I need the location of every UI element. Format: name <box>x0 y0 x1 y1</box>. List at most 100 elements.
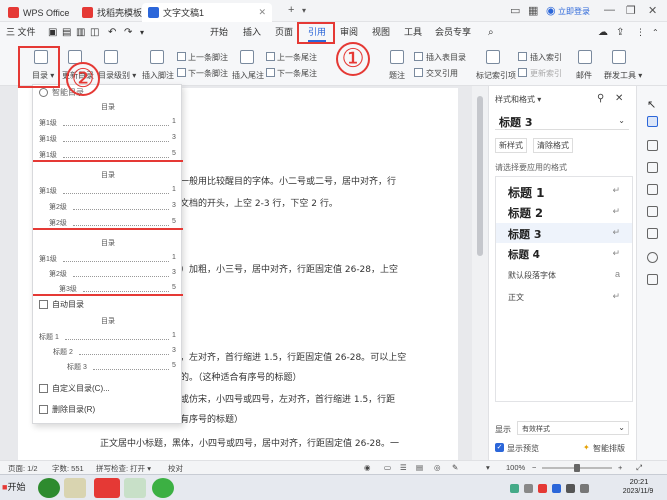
save-icon[interactable]: ▣ <box>48 25 57 40</box>
properties-icon[interactable] <box>647 140 658 151</box>
preview-icon[interactable]: ◫ <box>90 25 99 40</box>
menu-member[interactable]: 会员专享 <box>435 25 471 40</box>
update-index-button[interactable]: 更新索引 <box>530 68 562 79</box>
toc-level-button[interactable]: 目录级别 ▾ <box>98 70 136 81</box>
chevron-up-icon[interactable]: ⌃ <box>652 25 659 40</box>
open-folder-icon[interactable]: ▤ <box>62 25 71 40</box>
network-icon[interactable] <box>566 484 575 493</box>
clear-format-button[interactable]: 清除格式 <box>533 138 573 153</box>
prev-footnote-button[interactable]: 上一条脚注 <box>188 52 228 63</box>
wechat-icon[interactable] <box>152 478 174 498</box>
new-tab-icon[interactable]: + <box>288 4 294 16</box>
close-icon[interactable]: ✕ <box>258 7 266 18</box>
cloud-icon[interactable]: ☁ <box>598 25 608 40</box>
style-item-heading1[interactable]: 标题 1 ↵ <box>496 181 632 201</box>
clock-time[interactable]: 20:21 <box>616 477 662 486</box>
tab-document[interactable]: 文字文稿1 ✕ <box>142 3 272 22</box>
zoom-slider-thumb[interactable] <box>574 464 580 472</box>
preview-checkbox[interactable]: ✓ <box>495 443 504 452</box>
search-icon[interactable]: ⌕ <box>488 25 494 40</box>
caption-button[interactable]: 题注 <box>389 70 405 81</box>
delete-toc-item[interactable]: 删除目录(R) <box>39 404 95 415</box>
tools-icon[interactable] <box>647 228 658 239</box>
next-footnote-button[interactable]: 下一条脚注 <box>188 68 228 79</box>
window-layout-icon[interactable]: ▭ <box>510 4 520 17</box>
undo-icon[interactable]: ↶ <box>108 25 116 40</box>
chevron-down-icon[interactable]: ▾ <box>140 25 144 40</box>
ie-browser-icon[interactable] <box>38 478 60 498</box>
globe-icon[interactable]: ◎ <box>434 463 441 472</box>
prev-endnote-button[interactable]: 上一条尾注 <box>277 52 317 63</box>
wps-taskbar-icon[interactable] <box>94 478 120 498</box>
new-style-button[interactable]: 新样式 <box>495 138 527 153</box>
show-select[interactable]: 有效样式 ⌄ <box>517 421 629 435</box>
zoom-in-icon[interactable]: + <box>618 463 622 472</box>
outline-view-icon[interactable]: ☰ <box>400 463 407 472</box>
spell-check-toggle[interactable]: 拼写检查: 打开 ▾ <box>96 463 151 474</box>
more-icon[interactable]: ⋮ <box>636 25 645 40</box>
notepad-icon[interactable] <box>64 478 86 498</box>
menu-review[interactable]: 审阅 <box>340 25 358 40</box>
style-item-heading2[interactable]: 标题 2 ↵ <box>496 202 632 222</box>
zoom-out-icon[interactable]: − <box>532 463 536 472</box>
mark-index-icon[interactable] <box>486 50 500 64</box>
doc-tools-icon[interactable] <box>612 50 626 64</box>
insert-endnote-icon[interactable] <box>240 50 254 64</box>
web-view-icon[interactable]: ▤ <box>416 463 423 472</box>
style-item-heading4[interactable]: 标题 4 ↵ <box>496 244 632 264</box>
caption-icon[interactable] <box>390 50 404 64</box>
tray-icon[interactable] <box>552 484 561 493</box>
print-icon[interactable]: ▥ <box>76 25 85 40</box>
tray-icon[interactable] <box>524 484 533 493</box>
cross-reference-button[interactable]: 交叉引用 <box>426 68 458 79</box>
chevron-down-icon[interactable]: ▾ <box>302 6 306 15</box>
menu-file[interactable]: 三 文件 <box>6 25 36 40</box>
start-button[interactable]: ■开始 <box>2 480 25 493</box>
word-count[interactable]: 字数: 551 <box>52 463 84 474</box>
vertical-scrollbar[interactable] <box>474 86 486 460</box>
style-item-heading3[interactable]: 标题 3 ↵ <box>496 223 632 243</box>
next-endnote-button[interactable]: 下一条尾注 <box>277 68 317 79</box>
smart-format-button[interactable]: 智能排版 <box>593 443 625 454</box>
mark-index-button[interactable]: 标记索引项 <box>476 70 516 81</box>
insert-footnote-icon[interactable] <box>150 50 164 64</box>
pin-icon[interactable]: ⚲ <box>597 93 604 104</box>
scrollbar-thumb[interactable] <box>477 96 483 256</box>
close-icon[interactable]: ✕ <box>615 93 623 104</box>
tray-icon[interactable] <box>510 484 519 493</box>
zoom-level[interactable]: 100% <box>506 463 525 472</box>
volume-icon[interactable] <box>580 484 589 493</box>
proofread-button[interactable]: 校对 <box>168 463 183 474</box>
login-link[interactable]: 立即登录 <box>558 6 590 17</box>
menu-page[interactable]: 页面 <box>275 25 293 40</box>
redo-icon[interactable]: ↷ <box>124 25 132 40</box>
clock-date[interactable]: 2023/11/9 <box>612 488 664 495</box>
pen-icon[interactable]: ✎ <box>452 463 458 472</box>
style-pen-icon[interactable] <box>647 116 658 127</box>
eye-icon[interactable]: ◉ <box>364 463 371 472</box>
more-icon[interactable] <box>647 274 658 285</box>
grid-icon[interactable]: ▦ <box>528 4 538 17</box>
tray-icon[interactable] <box>538 484 547 493</box>
restore-icon[interactable]: ❐ <box>626 4 636 17</box>
close-window-icon[interactable]: ✕ <box>648 4 657 17</box>
auto-toc-item[interactable]: 自动目录 <box>39 299 84 310</box>
tab-wps-office[interactable]: WPS Office <box>2 3 75 22</box>
page-indicator[interactable]: 页面: 1/2 <box>8 463 38 474</box>
mail-button[interactable]: 邮件 <box>576 70 592 81</box>
share-icon[interactable]: ⇪ <box>616 25 624 40</box>
mail-icon[interactable] <box>578 50 592 64</box>
zoom-slider[interactable] <box>542 464 612 472</box>
avatar[interactable]: ◉ <box>546 4 556 17</box>
fit-icon[interactable]: ⤢ <box>636 463 642 473</box>
menu-home[interactable]: 开始 <box>210 25 228 40</box>
select-arrow-icon[interactable]: ↖ <box>647 98 658 111</box>
layout-icon[interactable] <box>647 184 658 195</box>
share-icon[interactable] <box>647 206 658 217</box>
adjust-icon[interactable] <box>647 162 658 173</box>
custom-toc-item[interactable]: 自定义目录(C)... <box>39 383 110 394</box>
insert-index-button[interactable]: 插入索引 <box>530 52 562 63</box>
menu-tools[interactable]: 工具 <box>404 25 422 40</box>
minimize-icon[interactable]: — <box>604 4 615 16</box>
style-item-body[interactable]: 正文 ↵ <box>496 289 632 307</box>
